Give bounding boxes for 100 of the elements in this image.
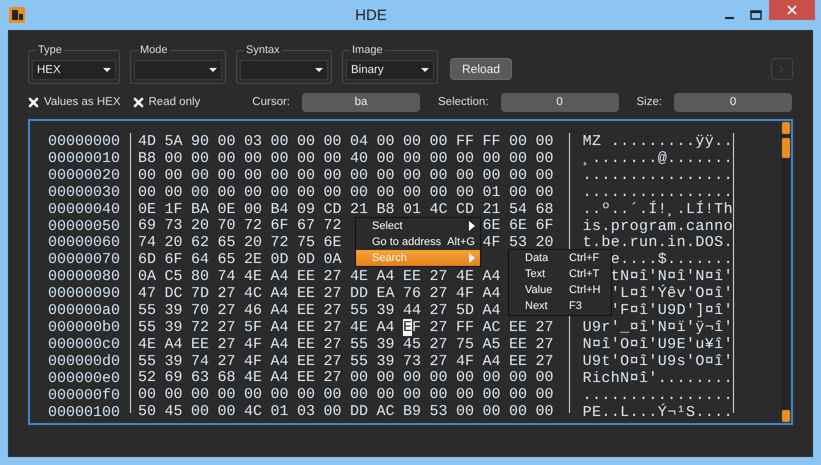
hex-byte[interactable]: 00: [297, 133, 316, 150]
hex-byte[interactable]: 27: [218, 336, 236, 353]
hex-byte[interactable]: 27: [324, 302, 342, 319]
checkbox[interactable]: [28, 96, 39, 108]
hex-byte[interactable]: EE: [297, 302, 316, 319]
hex-byte[interactable]: 20: [244, 234, 262, 252]
hex-byte[interactable]: 00: [270, 386, 289, 404]
hex-byte[interactable]: 4F: [244, 352, 262, 370]
hex-byte[interactable]: 00: [376, 166, 395, 184]
hex-byte[interactable]: 4E: [244, 268, 262, 286]
hex-byte[interactable]: 00: [244, 184, 262, 201]
hex-byte[interactable]: 00: [324, 133, 342, 150]
hex-byte[interactable]: A4: [270, 369, 289, 386]
hex-byte[interactable]: 55: [350, 302, 368, 319]
hex-byte[interactable]: EE: [297, 369, 316, 386]
hex-byte[interactable]: 00: [191, 150, 210, 167]
hex-byte[interactable]: 6E: [324, 234, 342, 252]
hex-byte[interactable]: 01: [403, 200, 422, 218]
hex-byte[interactable]: 62: [191, 234, 210, 252]
hex-byte[interactable]: 00: [270, 184, 289, 201]
hex-byte[interactable]: 00: [403, 369, 422, 386]
hex-byte[interactable]: 4C: [430, 200, 448, 218]
hex-byte[interactable]: 72: [270, 234, 289, 252]
hex-byte[interactable]: 00: [430, 184, 448, 201]
hex-byte[interactable]: 00: [218, 184, 236, 201]
hex-byte[interactable]: 44: [403, 302, 422, 319]
hex-byte[interactable]: A4: [376, 318, 395, 336]
hex-byte[interactable]: 00: [324, 184, 342, 201]
hex-byte[interactable]: FF: [456, 318, 474, 336]
hex-byte[interactable]: 0A: [324, 251, 342, 268]
hex-byte[interactable]: 27: [324, 352, 342, 370]
hex-byte[interactable]: 00: [536, 133, 554, 150]
hex-byte[interactable]: 00: [509, 133, 528, 150]
hex-byte[interactable]: FF: [482, 133, 501, 150]
hex-byte[interactable]: 00: [324, 386, 342, 404]
checkbox[interactable]: [132, 96, 144, 108]
hex-byte[interactable]: 72: [191, 318, 210, 336]
hex-byte[interactable]: 01: [482, 184, 501, 201]
hex-byte[interactable]: 4F: [244, 336, 262, 353]
hex-byte[interactable]: B4: [270, 200, 289, 218]
hex-byte[interactable]: 80: [191, 268, 210, 286]
hex-byte[interactable]: 27: [218, 302, 236, 319]
hex-byte[interactable]: 27: [218, 352, 236, 370]
hex-byte[interactable]: 00: [482, 150, 501, 167]
hex-byte[interactable]: 0E: [138, 200, 156, 218]
hex-byte[interactable]: 6F: [270, 217, 289, 234]
hex-byte[interactable]: 27: [324, 268, 342, 286]
hex-byte[interactable]: 00: [403, 184, 422, 201]
hex-byte[interactable]: 53: [430, 403, 448, 420]
menu-item[interactable]: Select: [356, 218, 480, 234]
hex-byte[interactable]: AC: [482, 318, 501, 336]
hex-byte[interactable]: 53: [509, 234, 528, 252]
hex-byte[interactable]: 6F: [536, 217, 554, 234]
hex-byte[interactable]: 00: [218, 386, 236, 404]
hex-byte[interactable]: B8: [138, 150, 156, 167]
hex-byte[interactable]: 5A: [164, 133, 183, 150]
hex-byte[interactable]: 00: [244, 150, 262, 167]
hex-byte[interactable]: EE: [403, 268, 422, 286]
hex-byte[interactable]: CD: [324, 200, 342, 218]
hex-byte[interactable]: A4: [482, 302, 501, 319]
hex-byte[interactable]: 00: [376, 184, 395, 201]
hex-byte[interactable]: 72: [244, 217, 262, 234]
hex-byte[interactable]: 27: [536, 352, 554, 370]
value-field[interactable]: 0: [500, 92, 619, 112]
hex-byte[interactable]: A4: [270, 318, 289, 336]
hex-byte[interactable]: 55: [138, 302, 156, 319]
hex-byte[interactable]: 00: [403, 386, 422, 404]
hex-byte[interactable]: DD: [350, 403, 368, 420]
hex-byte[interactable]: 27: [430, 336, 448, 353]
hex-byte[interactable]: AC: [376, 403, 395, 420]
hex-byte[interactable]: 01: [270, 403, 289, 420]
hex-byte[interactable]: EE: [509, 336, 528, 353]
hex-byte[interactable]: 27: [430, 285, 448, 302]
hex-byte[interactable]: 4E: [456, 268, 474, 286]
hex-byte[interactable]: DD: [350, 285, 368, 302]
hex-byte[interactable]: A4: [376, 268, 395, 286]
hex-byte[interactable]: 65: [218, 251, 236, 268]
hex-byte[interactable]: 39: [164, 352, 183, 370]
hex-byte[interactable]: 55: [350, 336, 368, 353]
hex-byte[interactable]: 00: [376, 386, 395, 404]
hex-byte[interactable]: 00: [191, 166, 210, 184]
hex-byte[interactable]: 04: [350, 133, 368, 150]
hex-byte[interactable]: EE: [297, 336, 316, 353]
hex-byte[interactable]: 65: [218, 234, 236, 252]
hex-byte[interactable]: 00: [509, 184, 528, 201]
hex-byte[interactable]: 67: [297, 217, 316, 234]
hex-byte[interactable]: 00: [456, 184, 474, 201]
hex-byte[interactable]: 50: [138, 403, 156, 420]
hex-byte[interactable]: 39: [376, 302, 395, 319]
hex-byte[interactable]: 27: [430, 318, 448, 336]
hex-byte[interactable]: 00: [164, 150, 183, 167]
hex-byte[interactable]: 4E: [350, 318, 368, 336]
hex-byte[interactable]: 39: [164, 318, 183, 336]
hex-byte[interactable]: 00: [456, 369, 474, 386]
hex-byte[interactable]: 00: [138, 386, 156, 404]
hex-byte[interactable]: 00: [270, 133, 289, 150]
hex-byte[interactable]: 4F: [456, 285, 474, 302]
hex-byte[interactable]: 00: [482, 386, 501, 404]
hex-byte[interactable]: 00: [403, 166, 422, 184]
hex-byte[interactable]: 46: [244, 302, 262, 319]
